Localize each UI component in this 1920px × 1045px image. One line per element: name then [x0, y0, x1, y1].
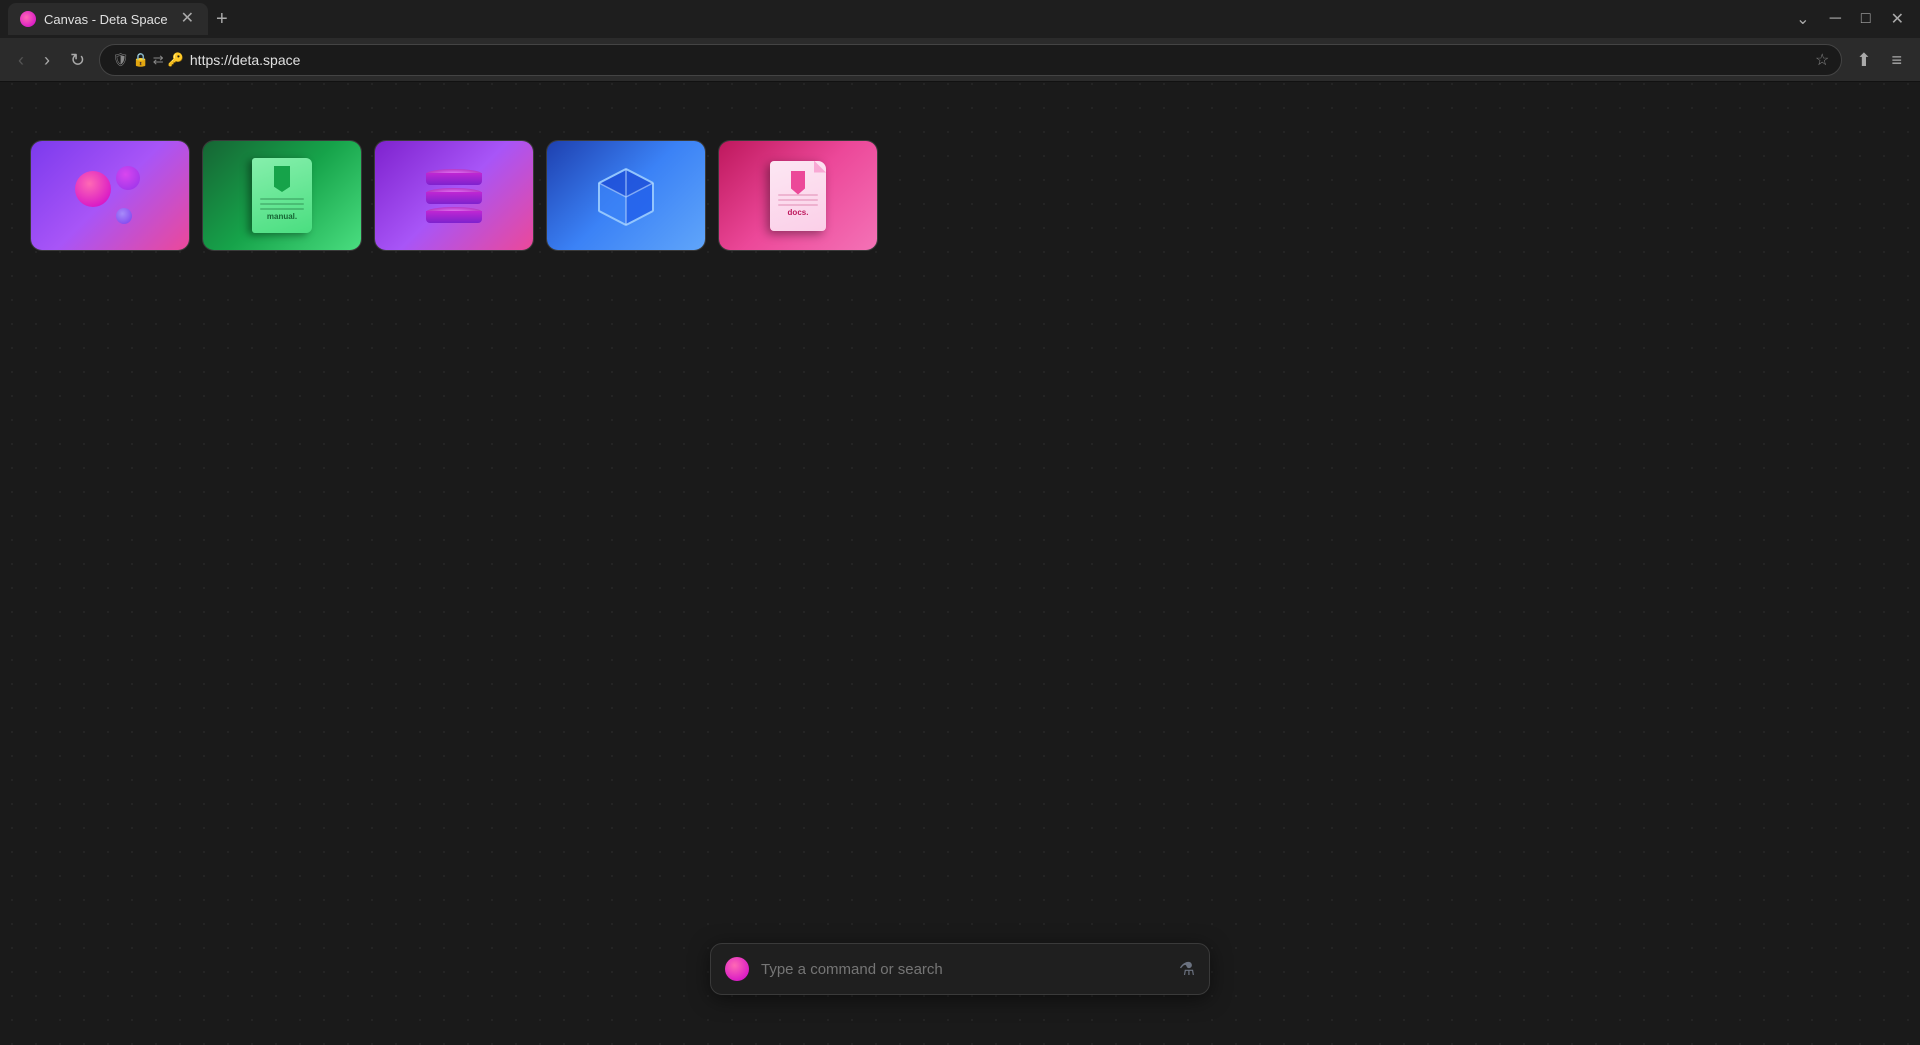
docs-text-label: docs.	[770, 208, 826, 217]
command-bar: ⚗	[710, 943, 1210, 995]
new-tab-button[interactable]: +	[208, 0, 236, 38]
app-card-builder[interactable]: Builder ?	[546, 140, 706, 251]
builder-icon-area	[547, 141, 705, 250]
share-button[interactable]: ⬆	[1850, 47, 1877, 73]
cube-svg	[591, 161, 661, 231]
builder-cube-icon	[591, 161, 661, 231]
command-avatar	[725, 957, 749, 981]
back-button[interactable]: ‹	[12, 47, 30, 73]
key-icon: 🔑	[168, 52, 184, 68]
collections-icon-area	[375, 141, 533, 250]
tab-bar: Canvas - Deta Space ✕ + ⌄ ─ □ ✕	[0, 0, 1920, 38]
discovery-circles	[70, 166, 150, 226]
manual-lines	[260, 198, 304, 213]
window-controls: ⌄ ─ □ ✕	[1788, 7, 1912, 31]
maximize-button[interactable]: □	[1853, 8, 1879, 30]
docs-corner	[814, 161, 826, 173]
shield-icon: 🛡	[112, 52, 129, 68]
lock-icon: 🔒	[133, 52, 149, 68]
discovery-label-row: Discovery ?	[31, 250, 189, 251]
docs-page-icon: docs.	[770, 161, 826, 231]
close-window-button[interactable]: ✕	[1883, 7, 1912, 31]
manual-text-label: manual.	[252, 212, 312, 221]
docs-label-row: Docs ?	[719, 250, 877, 251]
forward-button[interactable]: ›	[38, 47, 56, 73]
tab-close-button[interactable]: ✕	[179, 9, 196, 29]
address-security-icons: 🛡 🔒 ⇄ 🔑	[112, 52, 184, 68]
collections-label-row: Collections ?	[375, 250, 533, 251]
manual-label-row: Manual ?	[203, 250, 361, 251]
db-cylinder-2	[426, 188, 482, 204]
connection-icon: ⇄	[153, 52, 164, 68]
docs-lines	[778, 194, 818, 209]
bookmark-star-icon[interactable]: ☆	[1815, 50, 1829, 70]
browser-menu-button[interactable]: ≡	[1885, 47, 1908, 73]
app-card-docs[interactable]: docs. Docs ?	[718, 140, 878, 251]
collections-db-stack	[426, 169, 482, 223]
tab-favicon	[20, 11, 36, 27]
builder-label-row: Builder ?	[547, 250, 705, 251]
minimize-button[interactable]: ─	[1822, 8, 1849, 30]
command-flask-icon: ⚗	[1179, 959, 1195, 980]
manual-book-icon: manual.	[252, 158, 312, 233]
nav-right-controls: ⬆ ≡	[1850, 47, 1908, 73]
nav-bar: ‹ › ↻ 🛡 🔒 ⇄ 🔑 https://deta.space ☆ ⬆ ≡	[0, 38, 1920, 82]
url-text: https://deta.space	[190, 52, 1809, 68]
circle-big	[75, 171, 111, 207]
apps-grid: Discovery ? manual. Manual ?	[30, 140, 1890, 251]
db-cylinder-3	[426, 207, 482, 223]
discovery-icon-area	[31, 141, 189, 250]
manual-bookmark	[274, 166, 290, 192]
command-input[interactable]	[761, 961, 1167, 978]
circle-med	[116, 166, 140, 190]
docs-bookmark	[791, 171, 805, 195]
reload-button[interactable]: ↻	[64, 47, 91, 73]
browser-chrome: Canvas - Deta Space ✕ + ⌄ ─ □ ✕ ‹ › ↻ 🛡 …	[0, 0, 1920, 82]
circle-small	[116, 208, 132, 224]
app-card-manual[interactable]: manual. Manual ?	[202, 140, 362, 251]
docs-icon-area: docs.	[719, 141, 877, 250]
app-card-collections[interactable]: Collections ?	[374, 140, 534, 251]
dropdown-arrow[interactable]: ⌄	[1788, 7, 1817, 31]
main-content: Discovery ? manual. Manual ?	[0, 120, 1920, 1045]
tab-title: Canvas - Deta Space	[44, 12, 171, 27]
active-tab[interactable]: Canvas - Deta Space ✕	[8, 3, 208, 35]
app-card-discovery[interactable]: Discovery ?	[30, 140, 190, 251]
manual-icon-area: manual.	[203, 141, 361, 250]
db-cylinder-1	[426, 169, 482, 185]
address-bar[interactable]: 🛡 🔒 ⇄ 🔑 https://deta.space ☆	[99, 44, 1842, 76]
